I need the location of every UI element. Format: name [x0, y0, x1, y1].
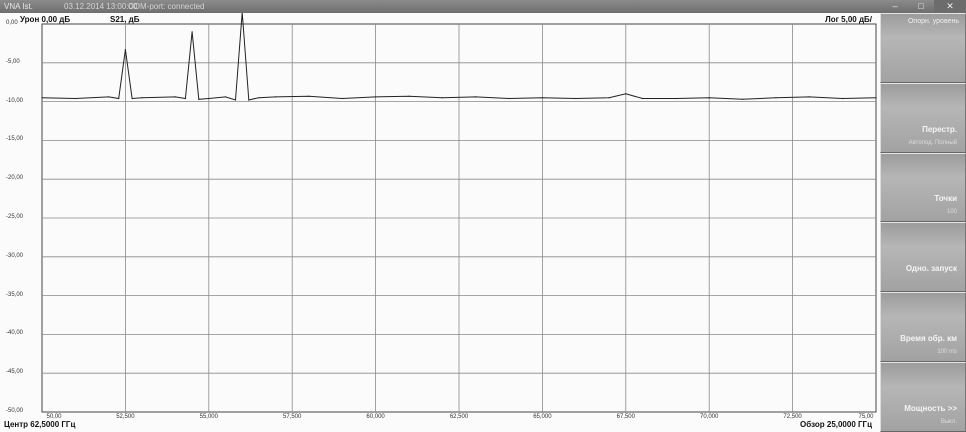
span-label[interactable]: Обзор 25,0000 ГГц — [800, 420, 872, 429]
trace-point — [208, 97, 210, 100]
y-tick-label: -35,00 — [6, 291, 24, 298]
trace-point — [675, 97, 677, 100]
restart-softkey[interactable]: Перестр. Автопод. Полный — [880, 82, 966, 153]
sweep-time-softkey-value: 100 ms — [937, 349, 957, 356]
sweep-time-softkey-label: Время обр. км — [900, 334, 957, 344]
x-tick-label: 55,000 — [199, 414, 218, 420]
trace-point — [475, 96, 477, 98]
y-tick-label: -50,00 — [6, 408, 24, 414]
single-sweep-softkey-label: Одно. запуск — [905, 264, 957, 274]
x-tick-label: 60,000 — [366, 414, 385, 420]
x-tick-label: 65,000 — [533, 414, 552, 420]
trace-chart[interactable]: Урон 0,00 дБ S21, дБ Лог 5,00 дБ/ 0,00 -5… — [0, 13, 881, 432]
trace-point — [375, 96, 377, 98]
y-tick-label: -5,00 — [6, 58, 20, 65]
y-tick-label: -15,00 — [6, 136, 24, 143]
trace-point — [234, 99, 237, 101]
trace-point — [108, 96, 110, 98]
y-tick-label: -25,00 — [6, 214, 24, 220]
single-sweep-softkey[interactable]: Одно. запуск — [880, 222, 966, 293]
trace-point — [742, 98, 744, 100]
window-titlebar: VNA Ist. 03.12.2014 13:00:00 COM-port: c… — [0, 0, 966, 13]
close-icon[interactable]: ✕ — [934, 0, 966, 13]
x-tick-label: 67,500 — [616, 414, 635, 420]
power-softkey-value: Выкл. — [940, 418, 957, 425]
trace-point — [441, 97, 443, 99]
x-tick-label: 72,500 — [783, 414, 802, 420]
measurement-label[interactable]: S21, дБ — [110, 15, 140, 24]
trace-point — [808, 96, 810, 98]
center-frequency-label[interactable]: Центр 62,5000 ГГц — [4, 420, 75, 429]
trace-point — [141, 97, 143, 99]
trace-point — [625, 93, 627, 95]
trace-point — [191, 31, 193, 33]
window-title-date: 03.12.2014 13:00:00 — [64, 2, 138, 11]
trace-point — [184, 97, 186, 100]
x-tick-label: 52,500 — [116, 414, 135, 420]
window-title-status: COM-port: connected — [128, 2, 205, 11]
y-tick-label: -10,00 — [6, 97, 24, 104]
trace-point — [308, 95, 310, 97]
trace-point — [174, 96, 176, 98]
trace-point — [274, 96, 277, 98]
points-softkey-value: 100 — [946, 209, 957, 216]
trace-point — [508, 97, 510, 100]
y-tick-label: -45,00 — [6, 369, 24, 376]
trace-point — [608, 97, 610, 99]
scale-label[interactable]: Лог 5,00 дБ/ — [825, 15, 872, 24]
x-tick-label: 62,500 — [449, 414, 469, 420]
ref-level-softkey-label: Опорн. уровень — [907, 18, 959, 25]
trace-point — [118, 97, 120, 100]
trace-point — [641, 97, 644, 100]
trace-point — [124, 49, 126, 51]
x-tick-label: 57,500 — [283, 414, 302, 420]
trace-point — [408, 95, 410, 97]
sweep-time-softkey[interactable]: Время обр. км 100 ms — [880, 292, 966, 363]
trace-point — [575, 97, 577, 100]
trace-point — [708, 97, 710, 99]
ref-level-softkey[interactable]: Опорн. уровень — [880, 13, 966, 83]
x-tick-label: 70,000 — [700, 414, 719, 420]
y-tick-label: -30,00 — [6, 252, 24, 259]
trace-point — [258, 97, 260, 99]
ref-level-label[interactable]: Урон 0,00 дБ — [20, 15, 70, 24]
window-title: VNA Ist. — [4, 2, 33, 11]
trace-point — [74, 97, 76, 100]
maximize-icon[interactable]: □ — [908, 0, 934, 13]
power-softkey-label: Мощность >> — [904, 403, 957, 413]
restart-softkey-label: Перестр. — [922, 124, 957, 134]
power-softkey[interactable]: Мощность >> Выкл. — [880, 362, 966, 432]
softkey-panel: Опорн. уровень Перестр. Автопод. Полный … — [880, 13, 966, 432]
y-tick-label: -20,00 — [6, 175, 24, 182]
trace-plot — [41, 13, 877, 413]
y-tick-label: -40,00 — [6, 330, 24, 337]
trace-point — [41, 97, 43, 99]
trace-point — [224, 96, 227, 98]
minimize-icon[interactable]: – — [882, 0, 908, 13]
trace-point — [131, 97, 133, 100]
trace-point — [248, 99, 250, 101]
trace-point — [842, 97, 844, 100]
window-controls: – □ ✕ — [882, 0, 966, 13]
trace-point — [541, 97, 544, 99]
trace-point — [875, 97, 877, 99]
trace-point — [198, 98, 200, 100]
trace-point — [775, 97, 777, 99]
points-softkey[interactable]: Точки 100 — [880, 152, 966, 223]
restart-softkey-sub: Автопод. Полный — [908, 139, 957, 146]
trace-point — [341, 97, 343, 100]
points-softkey-label: Точки — [934, 194, 957, 204]
y-tick-label: 0,00 — [6, 20, 18, 26]
